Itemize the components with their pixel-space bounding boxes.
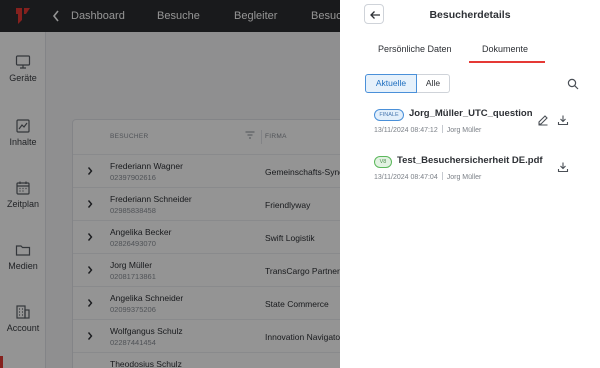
tab-dokumente[interactable]: Dokumente: [482, 44, 528, 54]
tab-persoenliche-daten[interactable]: Persönliche Daten: [378, 44, 452, 54]
document-date: 13/11/2024 08:47:04: [374, 174, 438, 181]
document-item[interactable]: FINALE Jorg_Müller_UTC_question... 13/11…: [374, 108, 584, 138]
document-meta: 13/11/2024 08:47:04 Jorg Müller: [374, 172, 481, 181]
panel-title: Besucherdetails: [429, 9, 511, 21]
download-icon[interactable]: [557, 114, 569, 126]
document-meta: 13/11/2024 08:47:12 Jorg Müller: [374, 125, 481, 134]
active-tab-indicator: [469, 61, 545, 63]
document-title[interactable]: Jorg_Müller_UTC_question...: [409, 108, 533, 119]
meta-divider: [441, 125, 443, 133]
document-author: Jorg Müller: [446, 127, 482, 134]
meta-divider: [441, 172, 443, 180]
version-badge: FINALE: [374, 109, 404, 121]
visitor-details-panel: Besucherdetails Persönliche Daten Dokume…: [340, 0, 600, 368]
document-item[interactable]: V8 Test_Besuchersicherheit DE.pdf 13/11/…: [374, 155, 584, 185]
filter-alle-button[interactable]: Alle: [417, 74, 450, 93]
search-icon[interactable]: [567, 78, 579, 90]
document-date: 13/11/2024 08:47:12: [374, 127, 438, 134]
document-title[interactable]: Test_Besuchersicherheit DE.pdf: [397, 155, 557, 166]
edit-icon[interactable]: [537, 114, 549, 126]
download-icon[interactable]: [557, 161, 569, 173]
version-badge: V8: [374, 156, 392, 168]
document-author: Jorg Müller: [446, 174, 482, 181]
filter-aktuelle-button[interactable]: Aktuelle: [365, 74, 417, 93]
